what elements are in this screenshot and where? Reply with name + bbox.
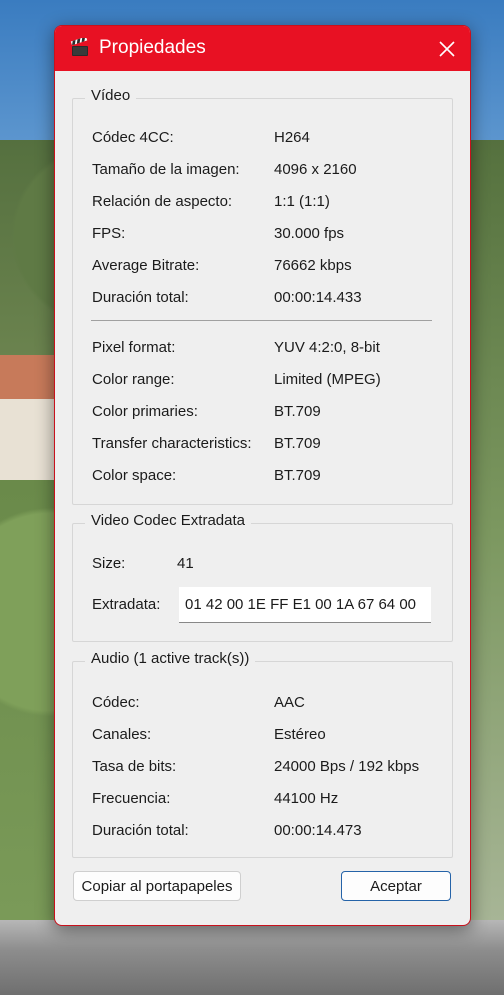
background-roof	[0, 355, 58, 399]
video-label-color-primaries: Color primaries:	[92, 403, 198, 420]
audio-value-duration: 00:00:14.473	[274, 822, 362, 839]
video-value-color-space: BT.709	[274, 467, 321, 484]
video-value-transfer: BT.709	[274, 435, 321, 452]
close-button[interactable]	[424, 26, 470, 71]
video-value-image-size: 4096 x 2160	[274, 161, 357, 178]
clapperboard-icon	[70, 36, 90, 58]
audio-label-channels: Canales:	[92, 726, 152, 743]
video-label-pixel-format: Pixel format:	[92, 339, 176, 356]
window-title: Propiedades	[99, 37, 206, 58]
close-icon	[439, 40, 455, 57]
video-label-color-space: Color space:	[92, 467, 177, 484]
video-label-color-range: Color range:	[92, 371, 175, 388]
background-foliage	[466, 150, 504, 920]
video-value-codec: H264	[274, 129, 310, 146]
codec-extradata-group: Video Codec Extradata Size: 41 Extradata…	[72, 512, 453, 642]
audio-group: Audio (1 active track(s)) Códec: AAC Can…	[72, 650, 453, 858]
audio-value-frequency: 44100 Hz	[274, 790, 339, 807]
accept-button[interactable]: Aceptar	[341, 871, 451, 901]
video-label-bitrate: Average Bitrate:	[92, 257, 200, 274]
copy-to-clipboard-button[interactable]: Copiar al portapapeles	[73, 871, 241, 901]
audio-value-channels: Estéreo	[274, 726, 326, 743]
audio-label-frequency: Frecuencia:	[92, 790, 171, 807]
extradata-size-label: Size:	[92, 555, 126, 572]
audio-value-bitrate: 24000 Bps / 192 kbps	[274, 758, 420, 775]
video-value-color-range: Limited (MPEG)	[274, 371, 381, 388]
video-separator	[91, 320, 432, 321]
video-label-aspect: Relación de aspecto:	[92, 193, 233, 210]
video-value-aspect: 1:1 (1:1)	[274, 193, 330, 210]
video-value-duration: 00:00:14.433	[274, 289, 362, 306]
video-label-image-size: Tamaño de la imagen:	[92, 161, 240, 178]
audio-value-codec: AAC	[274, 694, 305, 711]
codec-extradata-legend: Video Codec Extradata	[85, 512, 251, 529]
video-value-pixel-format: YUV 4:2:0, 8-bit	[274, 339, 380, 356]
extradata-label: Extradata:	[92, 596, 161, 613]
background-road	[0, 920, 504, 995]
video-label-fps: FPS:	[92, 225, 126, 242]
video-group-legend: Vídeo	[85, 87, 137, 104]
video-value-bitrate: 76662 kbps	[274, 257, 352, 274]
video-label-duration: Duración total:	[92, 289, 189, 306]
title-bar[interactable]: Propiedades	[55, 26, 470, 71]
audio-label-codec: Códec:	[92, 694, 140, 711]
audio-group-legend: Audio (1 active track(s))	[85, 650, 256, 667]
video-label-codec: Códec 4CC:	[92, 129, 174, 146]
video-value-color-primaries: BT.709	[274, 403, 321, 420]
audio-label-bitrate: Tasa de bits:	[92, 758, 177, 775]
video-group: Vídeo Códec 4CC: H264 Tamaño de la image…	[72, 87, 453, 505]
properties-dialog: Propiedades Vídeo Códec 4CC: H264 Tamaño…	[54, 25, 471, 926]
audio-label-duration: Duración total:	[92, 822, 189, 839]
extradata-field[interactable]	[179, 587, 431, 623]
video-label-transfer: Transfer characteristics:	[92, 435, 252, 452]
extradata-size-value: 41	[177, 555, 194, 572]
video-value-fps: 30.000 fps	[274, 225, 345, 242]
